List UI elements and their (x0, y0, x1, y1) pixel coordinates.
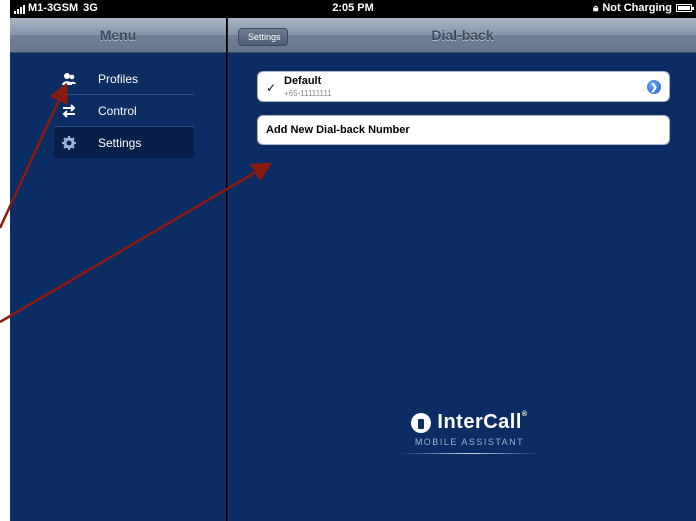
logo-underline (399, 453, 540, 454)
control-arrows-icon (54, 103, 84, 118)
detail-disclosure-icon[interactable]: ❯ (647, 80, 661, 94)
add-dialback-label: Add New Dial-back Number (266, 124, 410, 136)
status-right: 🔒︎ Not Charging (593, 2, 694, 14)
intercall-logo-icon (411, 412, 432, 433)
logo-tagline: MOBILE ASSISTANT (414, 437, 525, 447)
menu-item-profiles[interactable]: Profiles (54, 63, 194, 95)
menu-item-label: Settings (98, 135, 142, 150)
menu-item-label: Control (98, 103, 137, 118)
logo-name: InterCall® (437, 411, 528, 433)
ipad-screen: M1-3GSM 3G 2:05 PM 🔒︎ Not Charging Menu … (10, 0, 696, 521)
menu-pane: Menu Profiles Control Settings (10, 18, 226, 521)
status-bar: M1-3GSM 3G 2:05 PM 🔒︎ Not Charging (10, 0, 696, 18)
detail-pane: Settings Dial-back ✓ Default +65-1111111… (227, 18, 696, 521)
menu-item-label: Profiles (98, 71, 139, 86)
profiles-icon (54, 72, 84, 86)
menu-item-settings[interactable]: Settings (54, 127, 194, 158)
lock-icon: 🔒︎ (593, 2, 599, 14)
dialback-default-row[interactable]: ✓ Default +65-11111111 ❯ (257, 71, 670, 102)
checkmark-icon: ✓ (266, 81, 277, 95)
dialback-name: Default (284, 75, 322, 87)
page-title: Dial-back (431, 27, 494, 43)
charging-status: Not Charging (602, 2, 672, 14)
menu-item-control[interactable]: Control (54, 95, 194, 127)
intercall-logo: InterCall® MOBILE ASSISTANT (228, 411, 696, 454)
menu-navbar: Menu (10, 18, 226, 53)
menu-list: Profiles Control Settings (54, 63, 194, 158)
menu-title: Menu (99, 27, 137, 43)
gear-icon (54, 135, 84, 150)
add-dialback-button[interactable]: Add New Dial-back Number (257, 115, 670, 145)
detail-navbar: Settings Dial-back (228, 18, 696, 53)
dialback-number: +65-11111111 (284, 89, 332, 98)
battery-icon (676, 4, 694, 12)
